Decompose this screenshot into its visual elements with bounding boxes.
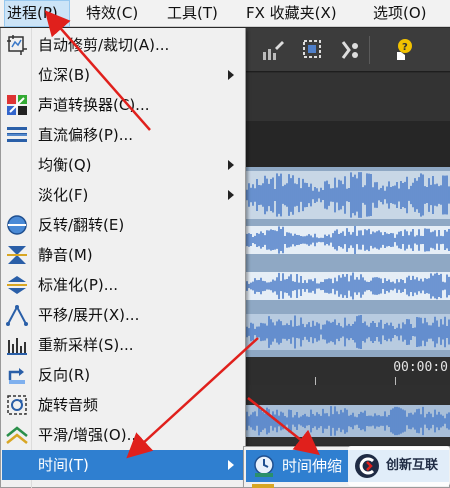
menu-item-rotate-audio[interactable]: 旋转音频 <box>2 390 245 420</box>
rotate-audio-icon <box>7 395 27 415</box>
menu-item-fade[interactable]: 淡化(F) <box>2 180 245 210</box>
menu-item-auto-trim[interactable]: 自动修剪/裁切(A)... <box>2 30 245 60</box>
menu-item-label: 声道转换器(C)... <box>38 96 150 114</box>
brand-logo-icon <box>355 454 379 478</box>
menu-item-label: 标准化(P)... <box>38 276 119 294</box>
menu-item-label: 淡化(F) <box>38 186 89 204</box>
menu-item-reverse[interactable]: 反向(R) <box>2 360 245 390</box>
reverse-icon <box>8 368 25 384</box>
submenu-arrow-icon <box>228 70 234 80</box>
menu-item-resample[interactable]: 重新采样(S)... <box>2 330 245 360</box>
menu-item-channel-converter[interactable]: 声道转换器(C)... <box>2 90 245 120</box>
channel-converter-icon <box>7 95 27 115</box>
timeline-ruler[interactable]: 00:00:0 <box>245 357 450 385</box>
ruler-tick <box>395 377 396 385</box>
menu-item-label: 静音(M) <box>38 246 93 264</box>
menu-item-label: 均衡(Q) <box>38 156 92 174</box>
waveform-display-lower[interactable] <box>245 385 450 445</box>
waveform-display[interactable] <box>245 167 450 357</box>
menu-item-bit-depth[interactable]: 位深(B) <box>2 60 245 90</box>
menu-item-label: 时间(T) <box>38 456 89 474</box>
waveform-graphic-lower <box>245 405 450 437</box>
process-dropdown-menu: 自动修剪/裁切(A)... 位深(B) 声道转换器(C)... 直流偏移(P).… <box>0 28 246 488</box>
menu-item-label: 直流偏移(P)... <box>38 126 134 144</box>
menu-item-dc-offset[interactable]: 直流偏移(P)... <box>2 120 245 150</box>
menu-item-next[interactable] <box>2 480 245 488</box>
submenu-next-icon-partial <box>252 484 274 488</box>
editor-strip <box>245 121 450 167</box>
submenu-item-label: 时间伸缩 <box>282 457 343 475</box>
editor-toolbar: ? <box>245 28 450 72</box>
menu-item-pan-expand[interactable]: 平移/展开(X)... <box>2 300 245 330</box>
time-readout: 00:00:0 <box>393 360 448 375</box>
submenu-arrow-icon <box>228 160 234 170</box>
menu-item-equalize[interactable]: 均衡(Q) <box>2 150 245 180</box>
menu-item-mute[interactable]: 静音(M) <box>2 240 245 270</box>
invert-flip-icon <box>7 215 27 235</box>
menu-item-label: 反转/翻转(E) <box>38 216 125 234</box>
normalize-icon <box>7 276 27 294</box>
waveform-graphic <box>245 171 450 350</box>
watermark: 创新互联 <box>348 446 450 486</box>
menu-item-label: 位深(B) <box>38 66 90 84</box>
editor-panel <box>245 73 450 121</box>
menu-options[interactable]: 选项(O) <box>373 0 427 27</box>
submenu-arrow-icon <box>228 190 234 200</box>
menu-item-label: 平移/展开(X)... <box>38 306 140 324</box>
watermark-text: 创新互联 <box>386 458 439 473</box>
menu-item-invert-flip[interactable]: 反转/翻转(E) <box>2 210 245 240</box>
menu-item-label: 反向(R) <box>38 366 91 384</box>
submenu-arrow-icon <box>228 460 234 470</box>
svg-text:?: ? <box>402 42 408 53</box>
menu-bar: 进程(P) 特效(C) 工具(T) FX 收藏夹(X) 选项(O) <box>0 0 450 27</box>
menu-item-label: 平滑/增强(O)... <box>38 426 141 444</box>
menu-fx-favorites[interactable]: FX 收藏夹(X) <box>246 0 337 27</box>
auto-trim-icon <box>7 35 27 55</box>
menu-item-icon-partial <box>6 484 28 488</box>
help-pointer-icon[interactable]: ? <box>391 38 415 62</box>
pan-expand-icon <box>6 304 28 326</box>
selection-tool-icon[interactable] <box>301 38 325 62</box>
menu-tools[interactable]: 工具(T) <box>167 0 218 27</box>
menu-item-normalize[interactable]: 标准化(P)... <box>2 270 245 300</box>
resample-icon <box>7 338 27 355</box>
time-stretch-icon <box>254 455 274 477</box>
mute-icon <box>7 246 27 264</box>
menu-process[interactable]: 进程(P) <box>4 0 70 27</box>
menu-item-time[interactable]: 时间(T) <box>2 450 245 480</box>
ruler-tick <box>315 377 316 385</box>
toolbar-separator <box>369 36 370 64</box>
smooth-enhance-icon <box>6 426 28 444</box>
menu-item-label: 重新采样(S)... <box>38 336 134 354</box>
menu-item-smooth-enhance[interactable]: 平滑/增强(O)... <box>2 420 245 450</box>
envelope-tool-icon[interactable] <box>339 38 363 62</box>
dc-offset-icon <box>7 127 27 142</box>
menu-effects[interactable]: 特效(C) <box>86 0 138 27</box>
menu-item-label: 自动修剪/裁切(A)... <box>38 36 170 54</box>
pencil-bars-icon[interactable] <box>261 38 285 62</box>
menu-item-label: 旋转音频 <box>38 396 99 414</box>
